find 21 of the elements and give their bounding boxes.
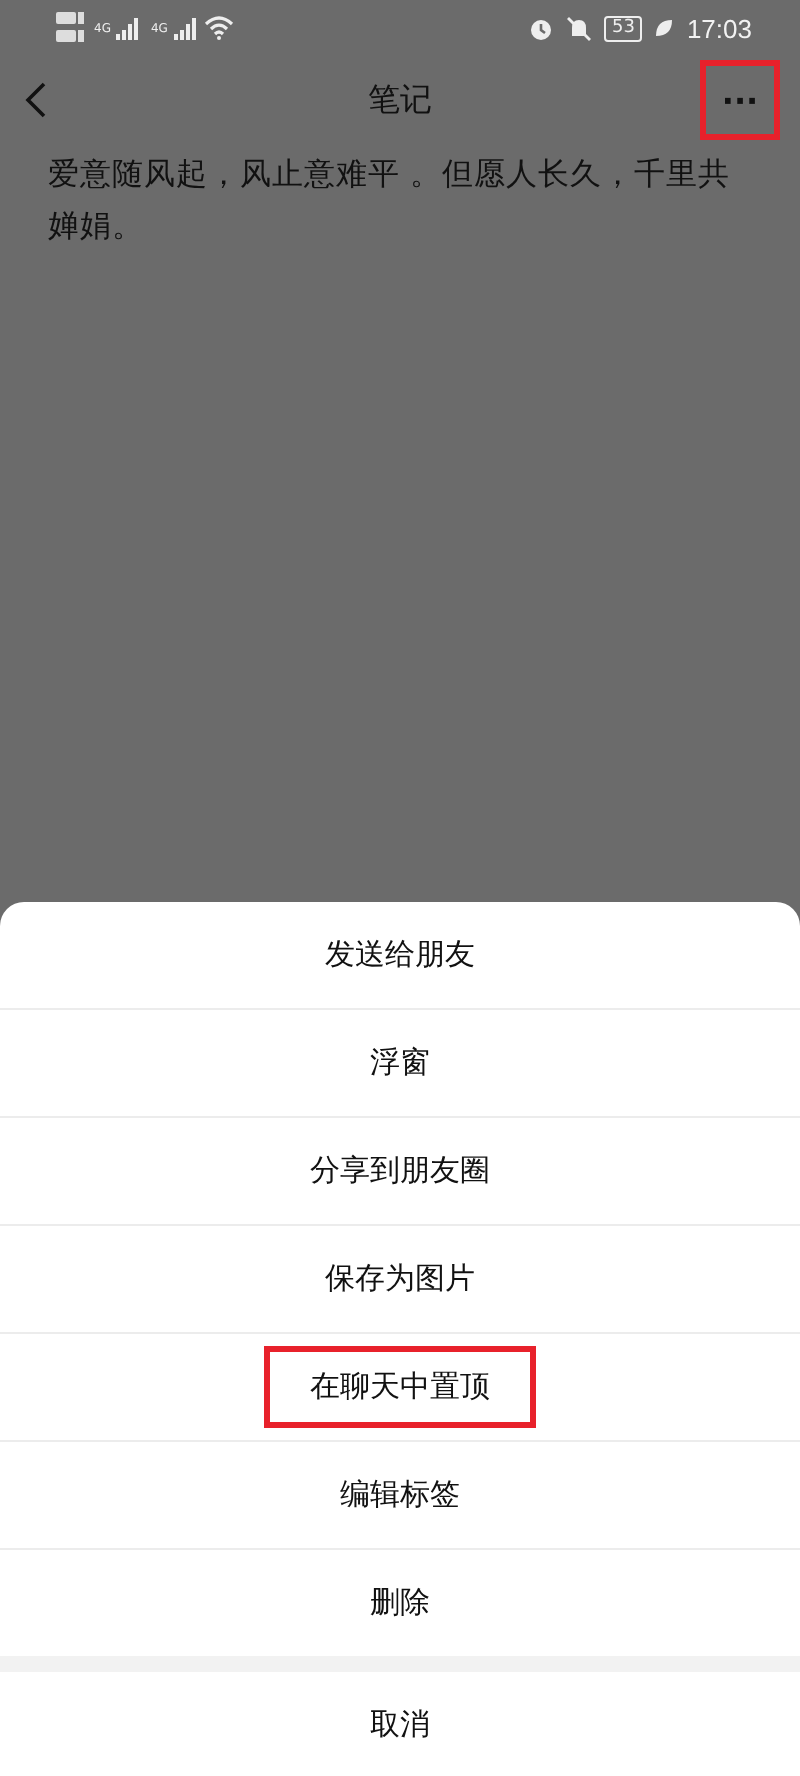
signal-icon [116, 17, 141, 39]
sim-icon [56, 10, 84, 46]
status-time: 17:03 [686, 13, 752, 43]
back-icon[interactable] [24, 80, 48, 120]
menu-item[interactable]: 分享到朋友圈 [264, 1130, 536, 1212]
menu-item[interactable]: 浮窗 [324, 1022, 476, 1104]
menu-item[interactable]: 删除 [324, 1562, 476, 1644]
menu-item[interactable]: 保存为图片 [279, 1238, 521, 1320]
bell-muted-icon [566, 15, 592, 41]
leaf-icon [654, 18, 675, 38]
more-button[interactable]: ··· [700, 60, 780, 140]
signal-icon [173, 17, 198, 39]
battery-indicator: 53 [604, 15, 643, 41]
alarm-icon [528, 15, 554, 41]
menu-item[interactable]: 发送给朋友 [279, 914, 521, 996]
cancel-button[interactable]: 取消 [324, 1683, 476, 1765]
note-text: 爱意随风起，风止意难平 。但愿人长久，千里共婵娟。 [48, 154, 732, 248]
page-title: 笔记 [368, 79, 432, 121]
wifi-icon [203, 16, 234, 40]
menu-item[interactable]: 编辑标签 [294, 1454, 506, 1536]
menu-item[interactable]: 在聊天中置顶 [264, 1346, 536, 1428]
